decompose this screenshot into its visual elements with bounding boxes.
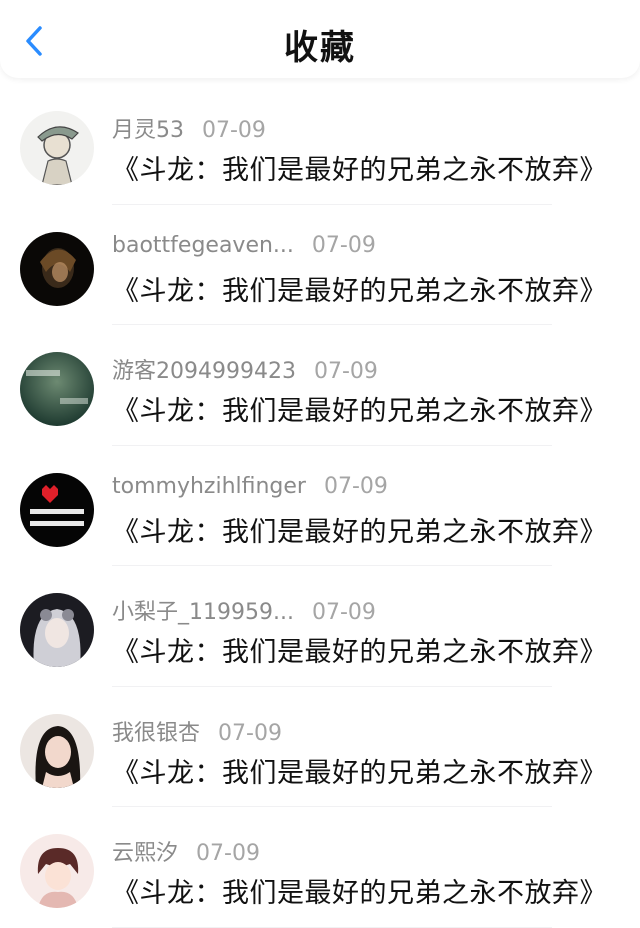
username[interactable]: baottfegeaven... bbox=[112, 233, 294, 258]
item-meta: 月灵53 07-09 bbox=[112, 112, 266, 144]
item-meta: 云熙汐 07-09 bbox=[112, 835, 260, 867]
date: 07-09 bbox=[311, 232, 376, 258]
page-title: 收藏 bbox=[284, 28, 356, 68]
item-meta: 小梨子_119959... 07-09 bbox=[112, 594, 376, 626]
list-item[interactable]: 月灵53 07-09 《斗龙：我们是最好的兄弟之永不放弃》 bbox=[0, 84, 640, 205]
avatar[interactable] bbox=[20, 713, 94, 788]
avatar[interactable] bbox=[20, 472, 94, 547]
avatar[interactable] bbox=[20, 593, 94, 667]
item-meta: baottfegeaven... 07-09 bbox=[112, 233, 376, 258]
item-meta: 游客2094999423 07-09 bbox=[112, 353, 378, 385]
date: 07-09 bbox=[311, 600, 376, 625]
username[interactable]: 小梨子_119959... bbox=[112, 600, 294, 625]
username[interactable]: 我很银杏 bbox=[112, 721, 200, 746]
list-item[interactable]: tommyhzihlfinger 07-09 《斗龙：我们是最好的兄弟之永不放弃》 bbox=[0, 446, 640, 567]
item-meta: tommyhzihlfinger 07-09 bbox=[112, 474, 388, 499]
list-item[interactable]: 小梨子_119959... 07-09 《斗龙：我们是最好的兄弟之永不放弃》 bbox=[0, 566, 640, 687]
favorite-title[interactable]: 《斗龙：我们是最好的兄弟之永不放弃》 bbox=[112, 751, 607, 790]
favorites-list: 月灵53 07-09 《斗龙：我们是最好的兄弟之永不放弃》 baottfegeav… bbox=[0, 84, 640, 928]
date: 07-09 bbox=[313, 359, 378, 384]
favorite-title[interactable]: 《斗龙：我们是最好的兄弟之永不放弃》 bbox=[112, 389, 607, 428]
date: 07-09 bbox=[196, 841, 260, 866]
favorite-title[interactable]: 《斗龙：我们是最好的兄弟之永不放弃》 bbox=[112, 630, 607, 669]
favorite-title[interactable]: 《斗龙：我们是最好的兄弟之永不放弃》 bbox=[112, 148, 607, 187]
username[interactable]: 游客2094999423 bbox=[112, 359, 296, 384]
avatar[interactable] bbox=[20, 111, 94, 185]
favorite-title[interactable]: 《斗龙：我们是最好的兄弟之永不放弃》 bbox=[112, 269, 607, 308]
avatar[interactable] bbox=[20, 834, 94, 908]
list-item[interactable]: 云熙汐 07-09 《斗龙：我们是最好的兄弟之永不放弃》 bbox=[0, 807, 640, 928]
favorite-title[interactable]: 《斗龙：我们是最好的兄弟之永不放弃》 bbox=[112, 871, 607, 910]
date: 07-09 bbox=[202, 118, 266, 143]
list-item[interactable]: 游客2094999423 07-09 《斗龙：我们是最好的兄弟之永不放弃》 bbox=[0, 325, 640, 446]
favorite-title[interactable]: 《斗龙：我们是最好的兄弟之永不放弃》 bbox=[112, 510, 607, 549]
username[interactable]: tommyhzihlfinger bbox=[112, 474, 306, 499]
list-item[interactable]: baottfegeaven... 07-09 《斗龙：我们是最好的兄弟之永不放弃》 bbox=[0, 205, 640, 326]
username[interactable]: 月灵53 bbox=[112, 118, 184, 143]
item-meta: 我很银杏 07-09 bbox=[112, 715, 282, 747]
date: 07-09 bbox=[218, 720, 282, 746]
avatar[interactable] bbox=[20, 352, 94, 426]
date: 07-09 bbox=[323, 473, 388, 499]
username[interactable]: 云熙汐 bbox=[112, 841, 178, 866]
top-bar: 收藏 bbox=[0, 0, 640, 78]
avatar[interactable] bbox=[20, 231, 94, 306]
list-item[interactable]: 我很银杏 07-09 《斗龙：我们是最好的兄弟之永不放弃》 bbox=[0, 687, 640, 808]
